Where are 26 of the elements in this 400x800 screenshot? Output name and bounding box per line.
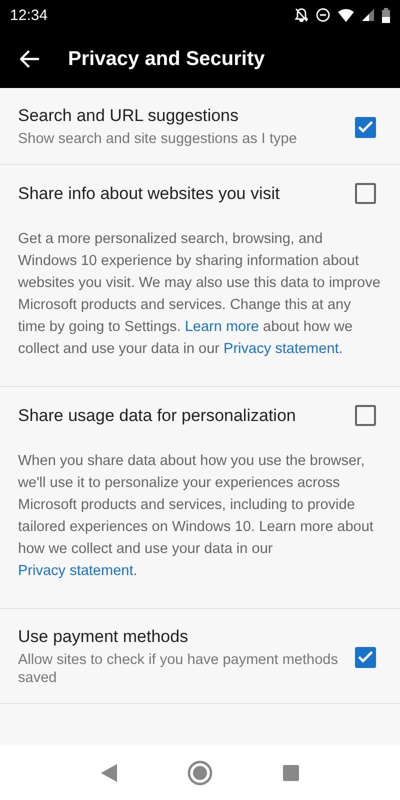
signal-icon: [362, 9, 374, 21]
setting-title: Share usage data for personalization: [18, 406, 297, 426]
link[interactable]: Learn more: [184, 319, 259, 335]
checkbox[interactable]: [355, 646, 376, 668]
description-paragraph: When you share data about how you use the browser, we'll use it to personalize your experiences across Microsoft products and services, including to provide tailored experiences on Windows 10. Learn more about how we collect and use your data in our Privacy statement.: [17, 452, 374, 581]
wifi-icon: [338, 8, 354, 22]
setting-title: Search and URL suggestions: [18, 106, 240, 126]
status-time: 12:34: [10, 6, 48, 24]
setting-subtitle: Show search and site suggestions as I type: [18, 130, 298, 148]
checkbox[interactable]: [355, 116, 376, 138]
battery-icon: [382, 8, 390, 22]
setting-title: Use payment methods: [18, 627, 190, 647]
setting-subtitle: Allow sites to check if you have payment methods saved: [18, 651, 339, 687]
recents-nav-button[interactable]: [283, 764, 299, 780]
home-nav-button[interactable]: [187, 760, 213, 786]
page-title: Privacy and Security: [68, 48, 265, 70]
setting-title: Share info about websites you visit: [18, 184, 281, 204]
description-paragraph: Get a more personalized search, browsing, and Windows 10 experience by sharing information about websites you visit. We may also use this data to improve Microsoft products and services. Change this at any time by going to Settings. Learn more about how we collect and use your data in our Privacy statement.: [17, 230, 382, 359]
back-button[interactable]: [20, 50, 40, 68]
checkbox[interactable]: [355, 405, 376, 426]
do-not-disturb-icon: [316, 8, 330, 22]
link[interactable]: Privacy statement: [224, 341, 339, 357]
bell-off-icon: [295, 8, 308, 22]
link[interactable]: Privacy statement: [18, 563, 134, 579]
back-nav-button[interactable]: [101, 764, 117, 782]
checkbox[interactable]: [355, 183, 376, 204]
